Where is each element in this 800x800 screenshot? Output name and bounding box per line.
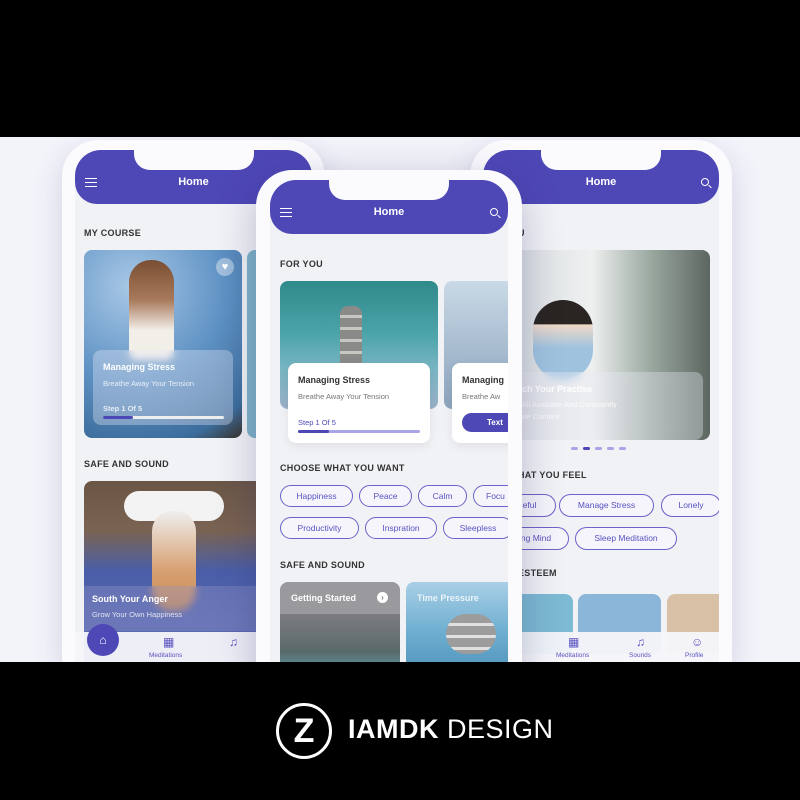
mockup-stage: Home MY COURSE ♥ Managing Stress Breathe… [0,137,800,662]
chip[interactable]: Sleep Meditation [575,527,677,550]
chip[interactable]: Focu [473,485,508,507]
featured-card[interactable]: rich Your Practise h All Available And C… [513,250,710,440]
chip[interactable]: Sleepless [443,517,508,539]
meditations-icon[interactable]: ▦ [163,635,174,649]
brand-logo: Z [276,703,332,759]
card-title: Managing [462,375,504,385]
brand-name-light: DESIGN [447,714,554,744]
section-title: CHOOSE WHAT YOU WANT [280,463,405,473]
progress-fill [103,416,133,419]
notch [133,150,254,170]
card-title: rich Your Practise [516,384,593,394]
card-title: Time Pressure [417,593,479,603]
chip[interactable]: Manage Stress [559,494,654,517]
notch [329,180,449,200]
nav-label[interactable]: Meditations [556,652,589,660]
middle-screen: Home FOR YOU Managing Stress Breathe Awa… [270,180,508,662]
brand-name-bold: IAMDK [348,714,439,744]
card-subtitle: date Content [516,412,559,421]
brand-name: IAMDK DESIGN [348,714,554,745]
search-icon[interactable] [701,178,709,186]
card-title: South Your Anger [92,594,168,604]
chip[interactable]: Productivity [280,517,359,539]
search-icon[interactable] [490,208,498,216]
meditations-icon[interactable]: ▦ [568,635,579,649]
section-title: ESTEEM [518,568,557,578]
nav-label[interactable]: Meditations [149,652,182,660]
course-card[interactable]: ♥ Managing Stress Breathe Away Your Tens… [84,250,242,438]
step-label: Step 1 Of 5 [103,404,143,413]
header-title: Home [585,176,617,188]
section-title: HAT YOU FEEL [518,470,587,480]
progress-fill [298,430,329,433]
chip[interactable]: Lonely [661,494,719,517]
profile-icon[interactable]: ☺ [691,635,703,649]
middle-phone: Home FOR YOU Managing Stress Breathe Awa… [256,170,522,662]
chip[interactable]: Happiness [280,485,353,507]
card-subtitle: Breathe Away Your Tension [298,392,390,401]
card-title: Managing Stress [103,362,176,372]
course-card[interactable]: Managing Stress Breathe Away Your Tensio… [288,363,430,443]
card-subtitle: Grow Your Own Happiness [92,610,183,619]
card-subtitle: h All Available And Constatntly [516,400,617,409]
home-icon[interactable]: ⌂ [87,624,119,656]
logo-glyph: Z [293,712,315,750]
notch [541,150,661,170]
sound-card[interactable]: Getting Started › [280,582,400,662]
nav-label[interactable]: Sounds [629,652,651,660]
app-header: Home [270,180,508,234]
course-card[interactable]: Managing Breathe Aw Text [452,363,508,443]
music-note-icon[interactable]: ♫ [636,635,645,649]
text-button[interactable]: Text [462,413,508,432]
chip[interactable]: Calm [418,485,467,507]
section-title: SAFE AND SOUND [280,560,365,570]
carousel-dots[interactable] [571,447,631,451]
nav-label[interactable]: Profile [685,652,703,660]
card-title: Managing Stress [298,375,371,385]
section-title: FOR YOU [280,259,323,269]
chip[interactable]: Inspration [365,517,437,539]
music-note-icon[interactable]: ♫ [229,635,238,649]
sound-card[interactable]: Time Pressure [406,582,508,662]
card-subtitle: Breathe Away Your Tension [103,379,195,388]
section-title: MY COURSE [84,228,142,238]
step-label: Step 1 Of 5 [298,418,336,427]
chevron-right-icon[interactable]: › [377,592,388,603]
card-title: Getting Started [291,593,357,603]
heart-icon[interactable]: ♥ [216,258,234,276]
card-subtitle: Breathe Aw [462,392,501,401]
section-title: SAFE AND SOUND [84,459,169,469]
chip[interactable]: Peace [359,485,412,507]
header-title: Home [373,206,405,218]
